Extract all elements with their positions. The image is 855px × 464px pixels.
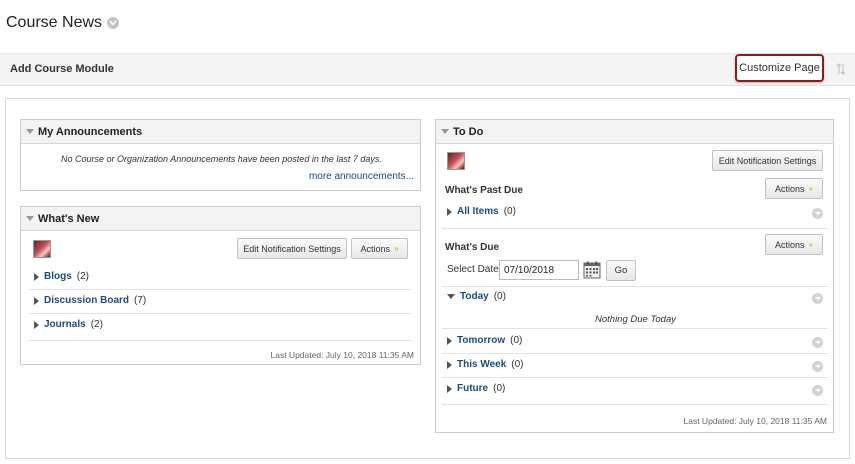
expand-icon [447,207,452,216]
actions-button[interactable]: Actions » [351,238,408,259]
collapse-icon[interactable] [26,216,34,221]
divider [29,340,411,341]
calendar-icon[interactable] [583,261,601,279]
action-bar: Add Course Module Customize Page [0,53,855,86]
chevron-down-icon: » [808,183,813,193]
item-label[interactable]: Blogs [44,271,72,282]
chevron-down-icon[interactable] [812,337,823,348]
chevron-down-icon[interactable] [107,17,120,29]
module-title: To Do [453,125,484,138]
expand-icon [34,320,39,329]
edit-notification-settings-button[interactable]: Edit Notification Settings [712,150,823,171]
edit-notification-settings-button[interactable]: Edit Notification Settings [237,238,347,259]
select-date-label: Select Date: [447,264,502,275]
avatar [447,152,465,170]
collapse-icon[interactable] [441,129,449,134]
all-items-row[interactable]: All Items (0) [447,206,516,217]
page-title: Course News [6,14,120,32]
list-item[interactable]: Blogs (2) [34,271,89,282]
this-week-row[interactable]: This Week (0) [447,359,524,370]
sort-arrows-icon[interactable] [836,63,846,78]
customize-page-button[interactable]: Customize Page [735,54,824,82]
divider [442,328,828,329]
whats-due-heading: What's Due [445,242,500,253]
divider [442,377,828,378]
announcements-message: No Course or Organization Announcements … [61,154,382,164]
item-label[interactable]: Future [457,383,488,394]
item-count: (2) [76,271,90,282]
item-count: (0) [511,359,524,370]
module-header: My Announcements [21,120,420,144]
chevron-down-icon[interactable] [812,293,823,304]
tomorrow-row[interactable]: Tomorrow (0) [447,335,522,346]
item-count: (0) [510,335,523,346]
item-count: (7) [134,295,147,306]
item-count: (0) [493,383,506,394]
item-label[interactable]: Journals [44,319,86,330]
expand-icon [447,384,452,393]
expand-icon [447,336,452,345]
collapse-icon [447,294,455,299]
collapse-icon[interactable] [26,129,34,134]
actions-label: Actions [775,183,805,194]
module-title: What's New [38,212,100,225]
chevron-down-icon[interactable] [812,361,823,372]
module-title: My Announcements [38,125,143,138]
item-count: (2) [90,319,103,330]
future-row[interactable]: Future (0) [447,383,505,394]
item-count: (0) [503,206,516,217]
last-updated: Last Updated: July 10, 2018 11:35 AM [270,350,415,360]
chevron-down-icon[interactable] [812,208,823,219]
item-label[interactable]: Discussion Board [44,295,129,306]
list-item[interactable]: Discussion Board (7) [34,295,146,306]
item-count: (0) [493,291,506,302]
divider [442,404,828,405]
add-course-module-button[interactable]: Add Course Module [10,63,114,75]
actions-label: Actions [360,243,391,254]
nothing-due-message: Nothing Due Today [595,314,676,325]
expand-icon [447,360,452,369]
whats-new-module: What's New Edit Notification Settings Ac… [20,206,421,365]
expand-icon [34,272,39,281]
divider [442,286,828,287]
expand-icon [34,296,39,305]
modules-container: My Announcements No Course or Organizati… [5,98,850,459]
today-row[interactable]: Today (0) [447,291,506,302]
divider [442,228,828,229]
divider [442,353,828,354]
past-due-heading: What's Past Due [445,185,523,196]
date-input[interactable] [499,260,579,280]
actions-label: Actions [775,239,805,250]
chevron-down-icon: » [394,243,399,253]
item-label[interactable]: Today [460,291,489,302]
avatar [33,240,51,258]
module-header: To Do [436,120,833,144]
to-do-module: To Do Edit Notification Settings What's … [435,119,834,433]
more-announcements-link[interactable]: more announcements... [309,171,414,182]
divider [29,313,411,314]
go-button[interactable]: Go [606,260,636,281]
list-item[interactable]: Journals (2) [34,319,103,330]
actions-button[interactable]: Actions » [765,178,823,199]
item-label[interactable]: This Week [457,359,506,370]
chevron-down-icon[interactable] [812,385,823,396]
item-label[interactable]: Tomorrow [457,335,505,346]
actions-button[interactable]: Actions » [765,234,823,255]
chevron-down-icon: » [808,239,813,249]
divider [29,289,411,290]
module-header: What's New [21,207,420,231]
page-title-text: Course News [6,14,103,31]
item-label[interactable]: All Items [457,206,499,217]
last-updated: Last Updated: July 10, 2018 11:35 AM [683,416,828,426]
my-announcements-module: My Announcements No Course or Organizati… [20,119,421,191]
